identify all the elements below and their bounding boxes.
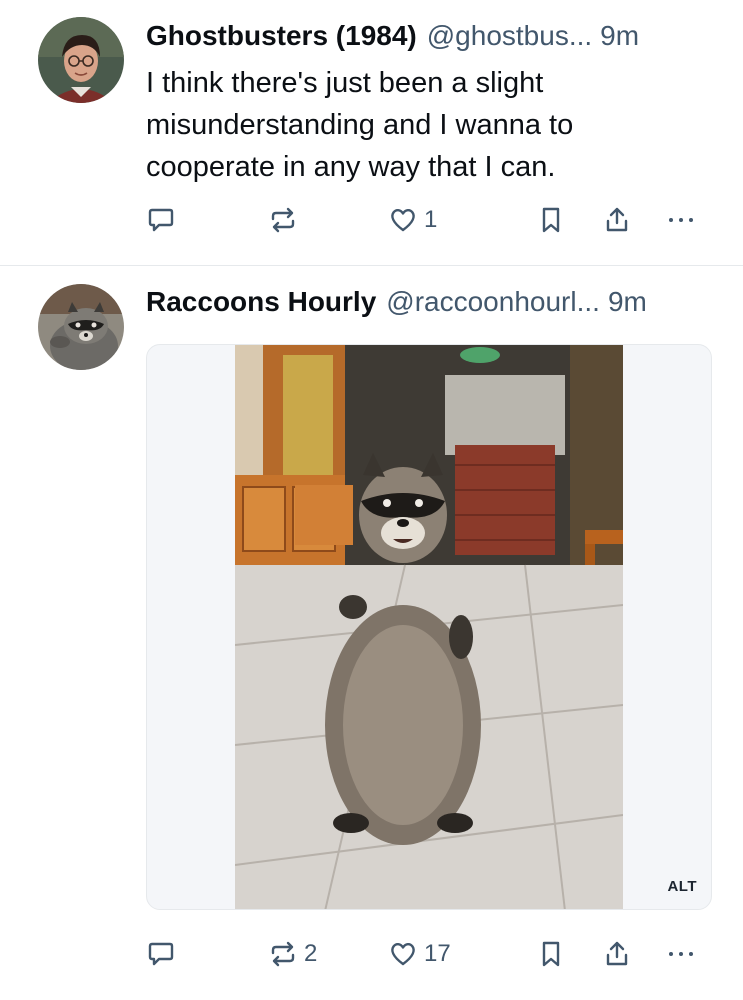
bookmark-button[interactable] xyxy=(536,200,566,240)
author-avatar[interactable] xyxy=(38,284,124,370)
post-text-line: I think there's just been a slight xyxy=(146,67,544,99)
reply-button[interactable] xyxy=(146,934,182,974)
share-icon xyxy=(606,941,628,966)
post-timestamp[interactable]: 9m xyxy=(608,282,647,322)
author-display-name[interactable]: Raccoons Hourly xyxy=(146,282,376,322)
post-header: Ghostbusters (1984) @ghostbus... 9m xyxy=(146,16,713,56)
author-display-name[interactable]: Ghostbusters (1984) xyxy=(146,16,417,56)
heart-icon xyxy=(391,942,415,966)
bookmark-icon xyxy=(542,941,560,967)
repost-button[interactable] xyxy=(268,200,304,240)
post-text-line: cooperate in any way that I can. xyxy=(146,151,556,183)
post-timestamp[interactable]: 9m xyxy=(600,16,639,56)
person-with-glasses-avatar-icon xyxy=(38,17,124,103)
alt-text-badge[interactable]: ALT xyxy=(667,878,697,895)
repost-icon xyxy=(271,941,295,967)
bookmark-button[interactable] xyxy=(536,934,566,974)
more-horizontal-icon xyxy=(669,952,693,956)
author-avatar[interactable] xyxy=(38,17,124,103)
post-actions: 2 17 xyxy=(0,934,743,974)
author-handle[interactable]: @ghostbus... xyxy=(427,16,592,56)
repost-icon xyxy=(271,207,295,233)
more-options-button[interactable] xyxy=(666,934,696,974)
reply-icon xyxy=(148,942,174,966)
share-icon xyxy=(606,207,628,232)
post-text-line: misunderstanding and I wanna to xyxy=(146,109,574,141)
post-media[interactable]: ALT xyxy=(146,344,712,910)
bookmark-icon xyxy=(542,207,560,233)
post[interactable]: Raccoons Hourly @raccoonhourl... 9m ALT … xyxy=(0,266,743,1000)
like-button[interactable]: 1 xyxy=(388,200,437,240)
reply-button[interactable] xyxy=(146,200,182,240)
like-button[interactable]: 17 xyxy=(388,934,451,974)
share-button[interactable] xyxy=(602,934,632,974)
repost-count: 2 xyxy=(304,940,318,967)
like-count: 17 xyxy=(424,940,451,967)
heart-icon xyxy=(391,208,415,232)
like-count: 1 xyxy=(424,206,438,233)
raccoon-avatar-icon xyxy=(38,284,124,370)
more-options-button[interactable] xyxy=(666,200,696,240)
share-button[interactable] xyxy=(602,200,632,240)
post-actions: 1 xyxy=(0,200,743,240)
post[interactable]: Ghostbusters (1984) @ghostbus... 9m I th… xyxy=(0,0,743,266)
post-header: Raccoons Hourly @raccoonhourl... 9m xyxy=(146,282,713,322)
post-text: I think there's just been a slight misun… xyxy=(146,62,706,188)
raccoon-standing-photo-icon xyxy=(235,345,623,909)
author-handle[interactable]: @raccoonhourl... xyxy=(386,282,600,322)
more-horizontal-icon xyxy=(669,218,693,222)
raccoon-photo[interactable] xyxy=(235,345,623,909)
repost-button[interactable]: 2 xyxy=(268,934,317,974)
reply-icon xyxy=(148,208,174,232)
